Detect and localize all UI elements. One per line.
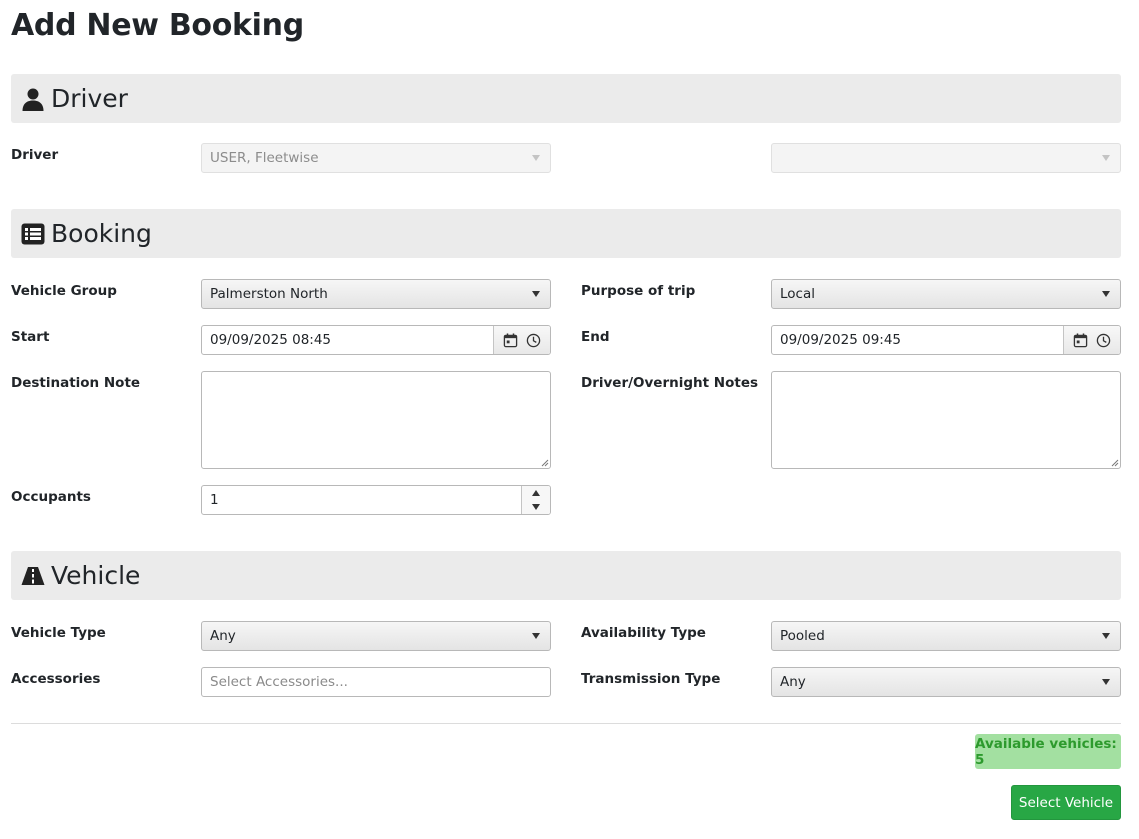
section-header-booking: Booking [11,209,1121,258]
driver-label: Driver [11,147,59,163]
purpose-select[interactable]: Local [771,279,1121,309]
chevron-down-icon [1102,679,1110,685]
section-header-driver: Driver [11,74,1121,123]
resize-grip-icon[interactable] [1110,458,1119,467]
decrement-button[interactable] [522,500,550,514]
section-title: Booking [51,219,152,248]
chevron-down-icon [532,633,540,639]
occupants-spin-buttons [521,486,550,514]
end-datetime-value[interactable]: 09/09/2025 09:45 [772,326,1063,354]
section-title: Vehicle [51,561,141,590]
vehicle-group-value: Palmerston North [210,286,328,302]
driver-select-value: USER, Fleetwise [210,150,319,166]
increment-button[interactable] [522,486,550,500]
clock-icon[interactable] [526,333,541,348]
section-title: Driver [51,84,128,113]
arrow-up-icon [532,490,540,496]
end-picker-buttons [1063,326,1120,354]
transmission-type-select[interactable]: Any [771,667,1121,697]
transmission-type-label: Transmission Type [581,671,721,687]
availability-type-label: Availability Type [581,625,706,641]
start-datetime-value[interactable]: 09/09/2025 08:45 [202,326,493,354]
section-header-vehicle: Vehicle [11,551,1121,600]
occupants-stepper[interactable]: 1 [201,485,551,515]
occupants-label: Occupants [11,489,91,505]
end-label: End [581,329,610,345]
resize-grip-icon[interactable] [540,458,549,467]
accessories-placeholder: Select Accessories... [210,674,348,690]
vehicle-group-label: Vehicle Group [11,283,117,299]
page-title: Add New Booking [11,8,304,43]
chevron-down-icon [1102,633,1110,639]
start-label: Start [11,329,50,345]
chevron-down-icon [1102,291,1110,297]
available-vehicles-badge: Available vehicles: 5 [975,734,1121,769]
vehicle-group-select[interactable]: Palmerston North [201,279,551,309]
clock-icon[interactable] [1096,333,1111,348]
vehicle-type-label: Vehicle Type [11,625,106,641]
transmission-type-value: Any [780,674,806,690]
arrow-down-icon [532,504,540,510]
user-icon [21,87,45,111]
occupants-value[interactable]: 1 [202,486,521,514]
start-picker-buttons [493,326,550,354]
destination-note-label: Destination Note [11,375,141,391]
driver-select: USER, Fleetwise [201,143,551,173]
select-vehicle-button[interactable]: Select Vehicle [1011,785,1121,820]
calendar-icon[interactable] [1073,332,1088,348]
purpose-value: Local [780,286,815,302]
accessories-label: Accessories [11,671,101,687]
calendar-icon[interactable] [503,332,518,348]
vehicle-type-select[interactable]: Any [201,621,551,651]
chevron-down-icon [1102,155,1110,161]
list-icon [21,222,45,246]
end-datetime-field[interactable]: 09/09/2025 09:45 [771,325,1121,355]
accessories-input[interactable]: Select Accessories... [201,667,551,697]
destination-note-textarea[interactable] [201,371,551,469]
divider [11,723,1121,724]
driver-secondary-select [771,143,1121,173]
driver-notes-textarea[interactable] [771,371,1121,469]
availability-type-select[interactable]: Pooled [771,621,1121,651]
road-icon [21,564,45,588]
vehicle-type-value: Any [210,628,236,644]
chevron-down-icon [532,291,540,297]
purpose-label: Purpose of trip [581,283,696,299]
availability-type-value: Pooled [780,628,825,644]
chevron-down-icon [532,155,540,161]
driver-notes-label: Driver/Overnight Notes [581,375,759,391]
start-datetime-field[interactable]: 09/09/2025 08:45 [201,325,551,355]
